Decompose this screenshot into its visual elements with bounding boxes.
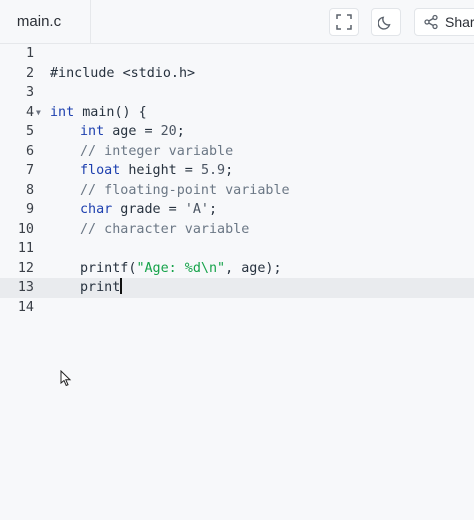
line-number: 4 xyxy=(25,104,34,120)
line-number: 3 xyxy=(25,85,34,100)
file-tab[interactable]: main.c xyxy=(0,0,91,43)
file-tab-label: main.c xyxy=(16,13,62,30)
code-text: float height = 5.9; xyxy=(80,163,234,178)
code-comment: // integer variable xyxy=(80,143,234,159)
theme-toggle-button[interactable] xyxy=(371,8,401,36)
code-line: 1 xyxy=(0,44,474,64)
fold-arrow-icon[interactable]: ▼ xyxy=(36,103,41,123)
fullscreen-icon xyxy=(336,14,352,30)
line-number: 8 xyxy=(25,182,34,198)
code-line: 5 int age = 20; xyxy=(0,122,474,142)
code-text: printf("Age: %d\n", age); xyxy=(80,260,282,276)
share-icon xyxy=(424,14,438,30)
active-code-line: 13 print xyxy=(0,278,474,298)
code-line: 7 float height = 5.9; xyxy=(0,161,474,181)
code-line: 12 printf("Age: %d\n", age); xyxy=(0,259,474,279)
fullscreen-button[interactable] xyxy=(329,8,359,36)
moon-icon xyxy=(378,16,391,30)
line-number: 1 xyxy=(25,46,34,61)
code-line: 3 xyxy=(0,83,474,103)
code-line: 6 // integer variable xyxy=(0,142,474,162)
code-comment: // floating-point variable xyxy=(80,182,290,198)
code-line: 8 // floating-point variable xyxy=(0,181,474,201)
line-number: 9 xyxy=(25,202,34,217)
line-number: 10 xyxy=(17,221,34,237)
line-number: 7 xyxy=(25,163,34,178)
code-text: int age = 20; xyxy=(80,124,185,139)
code-line: 4 ▼ int main() { xyxy=(0,103,474,123)
code-text: print xyxy=(80,278,122,295)
line-number: 2 xyxy=(25,65,34,81)
line-number: 6 xyxy=(25,143,34,159)
code-line: 11 xyxy=(0,239,474,259)
code-editor[interactable]: 1 2 #include <stdio.h> 3 4 ▼ int main() … xyxy=(0,44,474,520)
line-number: 12 xyxy=(17,260,34,276)
code-line: 14 xyxy=(0,298,474,318)
line-number: 11 xyxy=(17,241,34,256)
code-line: 9 char grade = 'A'; xyxy=(0,200,474,220)
top-bar: main.c Shar xyxy=(0,0,474,44)
code-line: 10 // character variable xyxy=(0,220,474,240)
share-label: Shar xyxy=(445,14,474,30)
line-number: 14 xyxy=(17,299,34,315)
text-caret xyxy=(120,278,122,294)
code-text: char grade = 'A'; xyxy=(80,202,218,217)
share-button[interactable]: Shar xyxy=(414,8,474,36)
code-line: 2 #include <stdio.h> xyxy=(0,64,474,84)
line-number: 5 xyxy=(25,124,34,139)
line-number: 13 xyxy=(17,280,34,295)
code-text: int main() { xyxy=(50,104,147,120)
code-text: #include <stdio.h> xyxy=(50,65,196,81)
mouse-pointer-icon xyxy=(60,370,72,387)
code-comment: // character variable xyxy=(80,221,250,237)
